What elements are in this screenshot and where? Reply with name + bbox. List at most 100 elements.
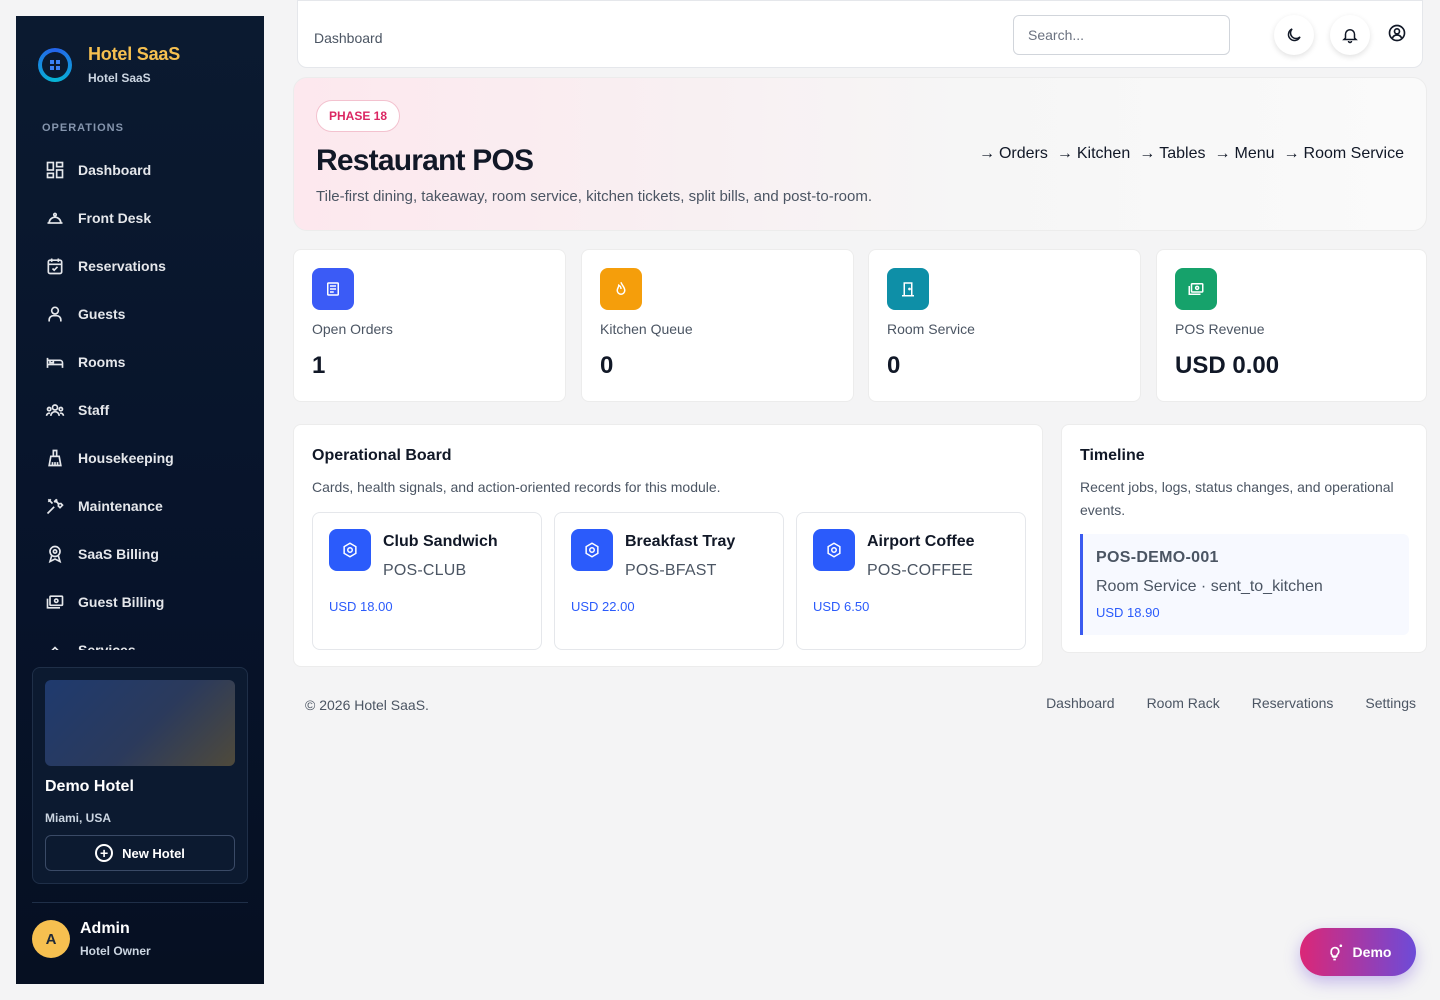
sidebar-item-label: Reservations (78, 258, 166, 274)
footer-link-room-rack[interactable]: Room Rack (1147, 695, 1220, 711)
sidebar-item-reservations[interactable]: Reservations (44, 242, 254, 290)
brand-title: Hotel SaaS (88, 44, 181, 64)
plus-circle-icon: + (95, 844, 114, 862)
panel-title: Operational Board (312, 447, 452, 464)
link-label: Kitchen (1076, 145, 1131, 162)
users-icon (44, 399, 66, 421)
sidebar-item-label: Guests (78, 306, 126, 322)
cash-icon (44, 591, 66, 613)
cash-icon (1175, 268, 1217, 310)
sidebar-item-label: Dashboard (78, 162, 152, 178)
sidebar-item-staff[interactable]: Staff (44, 386, 254, 434)
moon-icon (1287, 28, 1301, 42)
timeline-panel: Timeline Recent jobs, logs, status chang… (1061, 424, 1427, 653)
sidebar-item-maintenance[interactable]: Maintenance (44, 482, 254, 530)
stat-card-pos-revenue: POS Revenue USD 0.00 (1156, 249, 1427, 402)
panel-title: Timeline (1080, 447, 1145, 464)
sidebar-item-label: Rooms (78, 354, 126, 370)
footer-link-dashboard[interactable]: Dashboard (1046, 695, 1115, 711)
bell-icon (1342, 29, 1358, 44)
arrow-right-icon: → (978, 145, 995, 162)
stat-label: Kitchen Queue (600, 321, 693, 337)
timeline-entry-id: POS-DEMO-001 (1096, 549, 1219, 566)
menu-item-card[interactable]: Airport Coffee POS-COFFEE USD 6.50 (796, 512, 1026, 650)
menu-item-card[interactable]: Club Sandwich POS-CLUB USD 18.00 (312, 512, 542, 650)
hotel-location: Miami, USA (45, 811, 112, 825)
link-orders[interactable]: → Orders (979, 145, 1048, 163)
sidebar-item-housekeeping[interactable]: Housekeeping (44, 434, 254, 482)
new-hotel-button[interactable]: + New Hotel (45, 835, 235, 871)
user-name: Admin (80, 920, 130, 937)
brand-subtitle: Hotel SaaS (88, 71, 151, 85)
sidebar-item-front-desk[interactable]: Front Desk (44, 194, 254, 242)
stat-value: 1 (312, 352, 326, 379)
item-name: Airport Coffee (867, 533, 975, 550)
sidebar-item-saas-billing[interactable]: SaaS Billing (44, 530, 254, 578)
item-price: USD 22.00 (571, 599, 635, 614)
demo-button[interactable]: Demo (1300, 928, 1416, 976)
front-desk-icon (44, 207, 66, 229)
aperture-icon (571, 529, 613, 571)
link-label: Room Service (1303, 145, 1404, 162)
bed-icon (44, 351, 66, 373)
item-name: Club Sandwich (383, 533, 498, 550)
stat-value: USD 0.00 (1175, 352, 1280, 379)
user-icon (44, 303, 66, 325)
stat-value: 0 (887, 352, 901, 379)
theme-toggle-button[interactable] (1274, 15, 1314, 55)
item-code: POS-BFAST (625, 562, 717, 579)
item-price: USD 6.50 (813, 599, 870, 614)
timeline-entry[interactable]: POS-DEMO-001 Room Service · sent_to_kitc… (1080, 534, 1409, 635)
user-profile[interactable]: A Admin Hotel Owner (32, 920, 151, 958)
operational-board: Operational Board Cards, health signals,… (293, 424, 1043, 667)
sidebar-item-label: Housekeeping (78, 450, 174, 466)
sidebar-item-services[interactable]: Services (44, 626, 254, 650)
sidebar-item-guest-billing[interactable]: Guest Billing (44, 578, 254, 626)
link-kitchen[interactable]: → Kitchen (1057, 145, 1130, 163)
lightbulb-sparkle-icon (1329, 944, 1342, 961)
timeline-entry-meta: Room Service · sent_to_kitchen (1096, 578, 1323, 595)
brand[interactable]: Hotel SaaS Hotel SaaS (38, 44, 180, 85)
link-tables[interactable]: → Tables (1139, 145, 1205, 163)
footer-link-reservations[interactable]: Reservations (1252, 695, 1334, 711)
user-circle-icon (1388, 24, 1406, 42)
phase-badge: PHASE 18 (316, 100, 401, 132)
item-code: POS-CLUB (383, 562, 467, 579)
menu-item-card[interactable]: Breakfast Tray POS-BFAST USD 22.00 (554, 512, 784, 650)
breadcrumb[interactable]: Dashboard (314, 30, 383, 46)
notifications-button[interactable] (1330, 15, 1370, 55)
stat-value: 0 (600, 352, 614, 379)
search-input[interactable] (1013, 15, 1230, 55)
sidebar-item-guests[interactable]: Guests (44, 290, 254, 338)
broom-icon (44, 447, 66, 469)
hotel-image (45, 680, 235, 766)
door-icon (887, 268, 929, 310)
stat-card-room-service: Room Service 0 (868, 249, 1141, 402)
link-menu[interactable]: → Menu (1214, 145, 1274, 163)
sidebar-item-dashboard[interactable]: Dashboard (44, 146, 254, 194)
sidebar-item-rooms[interactable]: Rooms (44, 338, 254, 386)
hotel-card: Demo Hotel Miami, USA + New Hotel (32, 667, 248, 884)
dashboard-icon (44, 159, 66, 181)
new-hotel-label: New Hotel (122, 845, 185, 861)
footer-links: Dashboard Room Rack Reservations Setting… (1014, 695, 1416, 711)
link-room-service[interactable]: → Room Service (1284, 145, 1404, 163)
stat-label: POS Revenue (1175, 321, 1265, 337)
sidebar-item-label: Front Desk (78, 210, 152, 226)
item-code: POS-COFFEE (867, 562, 974, 579)
document-icon (312, 268, 354, 310)
sidebar: Hotel SaaS Hotel SaaS OPERATIONS Dashboa… (16, 16, 264, 984)
topbar: Dashboard (297, 0, 1423, 68)
footer-link-settings[interactable]: Settings (1365, 695, 1416, 711)
aperture-icon (329, 529, 371, 571)
item-price: USD 18.00 (329, 599, 393, 614)
timeline-entry-amount: USD 18.90 (1096, 605, 1160, 620)
calendar-check-icon (44, 255, 66, 277)
stat-label: Open Orders (312, 321, 393, 337)
stat-card-kitchen-queue: Kitchen Queue 0 (581, 249, 854, 402)
sidebar-item-label: SaaS Billing (78, 546, 159, 562)
profile-button[interactable] (1386, 22, 1408, 44)
copyright: © 2026 Hotel SaaS. (305, 697, 429, 713)
flame-icon (600, 268, 642, 310)
arrow-right-icon: → (1056, 145, 1073, 162)
